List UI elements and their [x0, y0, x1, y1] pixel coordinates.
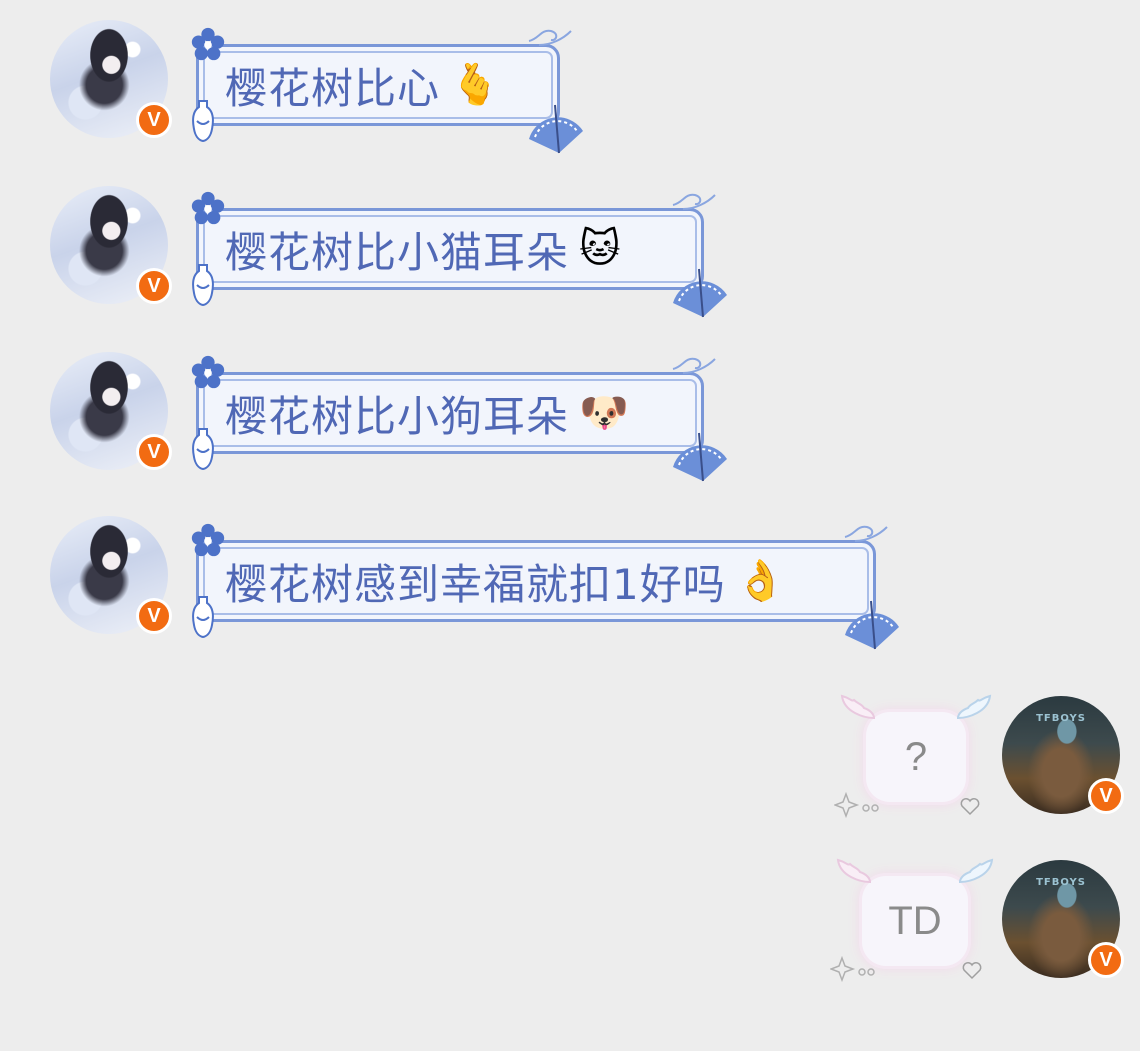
message-bubble[interactable]: 樱花树比小狗耳朵 🐶 [191, 355, 727, 482]
message-bubble-self[interactable]: TD [830, 858, 994, 983]
porcelain-fan-icon [845, 600, 899, 650]
finger-heart-emoji: 🫰 [450, 62, 500, 108]
avatar-sender[interactable]: V [50, 516, 172, 634]
avatar-self[interactable]: TFBOYS V [1002, 860, 1124, 978]
cloud-swirl-icon [672, 357, 716, 374]
wing-icon [840, 694, 876, 720]
verified-badge-icon: V [136, 102, 172, 138]
cloud-swirl-icon [528, 29, 572, 46]
avatar-sender[interactable]: V [50, 352, 172, 470]
message-bubble[interactable]: 樱花树感到幸福就扣1好吗 👌 [191, 523, 899, 650]
porcelain-vase-icon [192, 428, 214, 471]
heart-icon [960, 798, 980, 816]
avatar-logo: TFBOYS [1036, 712, 1086, 724]
cloud-swirl-icon [844, 525, 888, 542]
blue-flower-icon [191, 191, 225, 225]
message-bubble[interactable]: 樱花树比小猫耳朵 🐱 [191, 191, 727, 318]
sparkle-icon [834, 792, 879, 819]
porcelain-fan-icon [529, 104, 583, 154]
verified-badge-icon: V [136, 598, 172, 634]
avatar-sender[interactable]: V [50, 20, 172, 138]
sparkle-icon [830, 956, 875, 983]
avatar-logo: TFBOYS [1036, 876, 1086, 888]
blue-flower-icon [191, 355, 225, 389]
porcelain-vase-icon [192, 264, 214, 307]
message-bubble-self[interactable]: ? [834, 694, 992, 819]
message-text: ? [904, 734, 928, 779]
dog-face-emoji: 🐶 [579, 390, 629, 436]
cloud-swirl-icon [672, 193, 716, 210]
avatar-self[interactable]: TFBOYS V [1002, 696, 1124, 814]
blue-flower-icon [191, 27, 225, 61]
wing-icon [836, 858, 872, 884]
message-text: 樱花树比心 [225, 63, 441, 113]
blue-flower-icon [191, 523, 225, 557]
porcelain-vase-icon [192, 596, 214, 639]
message-text: 樱花树比小狗耳朵 [225, 391, 570, 441]
verified-badge-icon: V [1088, 942, 1124, 978]
message-text: 樱花树比小猫耳朵 [225, 227, 570, 277]
avatar-sender[interactable]: V [50, 186, 172, 304]
porcelain-fan-icon [673, 432, 727, 482]
verified-badge-icon: V [136, 268, 172, 304]
verified-badge-icon: V [136, 434, 172, 470]
cat-face-emoji: 🐱 [579, 226, 621, 272]
ok-hand-emoji: 👌 [735, 558, 786, 604]
verified-badge-icon: V [1088, 778, 1124, 814]
porcelain-vase-icon [192, 100, 214, 143]
wing-icon [958, 858, 994, 884]
chat-area: V 樱花树比心 🫰 V 樱花树比小猫耳朵 🐱 V 樱花树比小狗耳朵 🐶 V 樱花… [0, 0, 1140, 1051]
message-bubble[interactable]: 樱花树比心 🫰 [191, 27, 583, 154]
porcelain-fan-icon [673, 268, 727, 318]
heart-icon [962, 962, 982, 980]
message-text: 樱花树感到幸福就扣1好吗 [225, 559, 726, 609]
wing-icon [956, 694, 992, 720]
message-text: TD [888, 898, 942, 943]
